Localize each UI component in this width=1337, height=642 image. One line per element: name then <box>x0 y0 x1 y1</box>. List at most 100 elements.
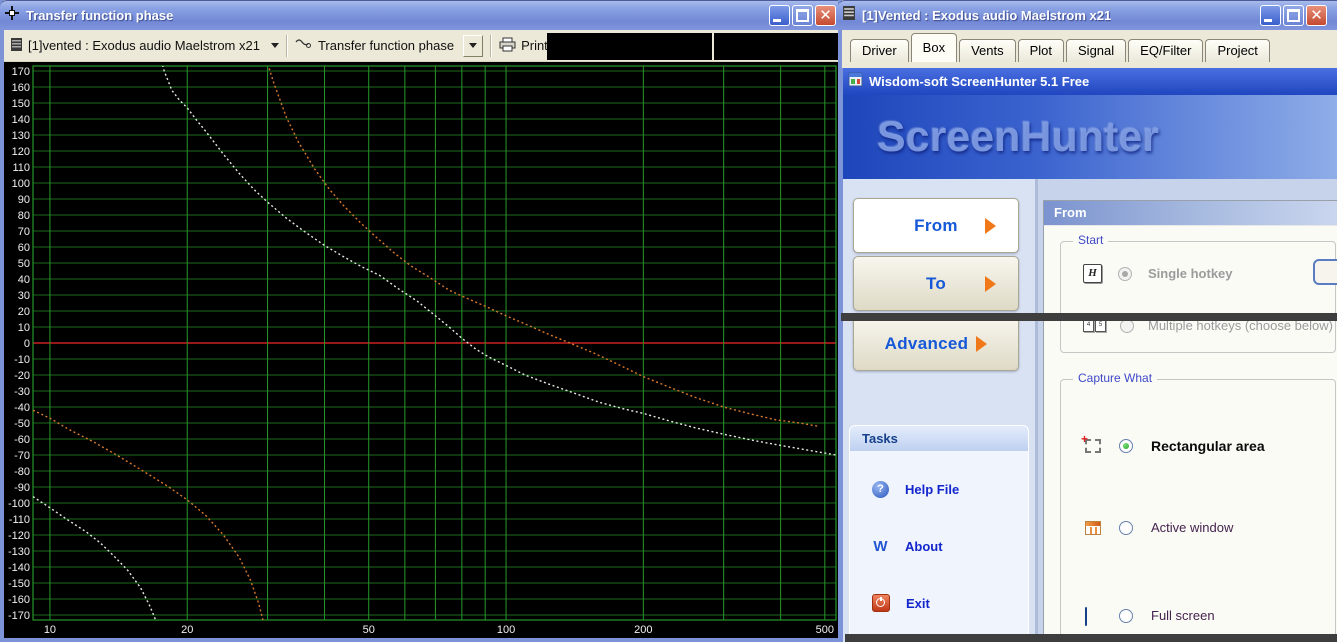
transfer-function-phase-window: Transfer function phase ✕ [1]vented : Ex… <box>0 0 844 642</box>
toolbar-separator <box>490 35 492 57</box>
full-screen-radio[interactable] <box>1119 609 1133 623</box>
rectangular-area-label: Rectangular area <box>1151 438 1265 454</box>
maximize-button[interactable] <box>792 5 813 26</box>
svg-text:70: 70 <box>18 226 30 238</box>
screenhunter-content: From To Advanced Tasks ? Help File W Ab <box>843 179 1337 642</box>
maximize-button[interactable] <box>1283 5 1304 26</box>
to-nav-label: To <box>926 274 946 294</box>
svg-text:130: 130 <box>12 130 30 142</box>
svg-text:-90: -90 <box>14 482 30 494</box>
svg-text:-130: -130 <box>8 546 30 558</box>
screenhunter-banner: ScreenHunter <box>843 95 1337 179</box>
chevron-down-icon <box>469 43 477 48</box>
hotkey-assign-button[interactable] <box>1313 259 1337 285</box>
svg-text:170: 170 <box>12 66 30 78</box>
svg-text:20: 20 <box>18 306 30 318</box>
svg-text:-30: -30 <box>14 386 30 398</box>
hotkey-keys-icon: 45 <box>1083 320 1106 332</box>
single-hotkey-option[interactable]: H Single hotkey <box>1083 264 1233 283</box>
exit-task[interactable]: Exit <box>872 594 930 612</box>
rectangular-area-option[interactable]: + Rectangular area <box>1085 438 1265 454</box>
capture-what-groupbox: Capture What + Rectangular area Active w… <box>1060 379 1336 642</box>
minimize-button[interactable] <box>1260 5 1281 26</box>
tab-driver[interactable]: Driver <box>850 39 909 62</box>
svg-text:150: 150 <box>12 98 30 110</box>
svg-text:-10: -10 <box>14 354 30 366</box>
active-window-label: Active window <box>1151 520 1233 535</box>
print-button[interactable]: Print <box>499 37 548 55</box>
svg-text:-50: -50 <box>14 418 30 430</box>
svg-text:160: 160 <box>12 82 30 94</box>
from-nav-button[interactable]: From <box>853 198 1019 253</box>
full-screen-label: Full screen <box>1151 608 1215 623</box>
project-combo-value: [1]vented : Exodus audio Maelstrom x21 <box>28 38 260 53</box>
svg-text:140: 140 <box>12 114 30 126</box>
plot-toolbar: [1]vented : Exodus audio Maelstrom x21 T… <box>4 30 840 62</box>
from-nav-label: From <box>914 216 958 236</box>
svg-text:30: 30 <box>18 290 30 302</box>
crosshair-icon <box>4 5 20 26</box>
svg-text:-140: -140 <box>8 562 30 574</box>
svg-text:500: 500 <box>816 624 834 636</box>
svg-text:-60: -60 <box>14 434 30 446</box>
tab-project[interactable]: Project <box>1205 39 1269 62</box>
svg-text:100: 100 <box>12 178 30 190</box>
to-nav-button[interactable]: To <box>853 256 1019 311</box>
active-window-option[interactable]: Active window <box>1085 520 1233 535</box>
w-icon: W <box>872 538 889 555</box>
column-divider <box>1035 179 1038 642</box>
advanced-nav-button[interactable]: Advanced <box>853 316 1019 371</box>
screenhunter-title: Wisdom-soft ScreenHunter 5.1 Free <box>869 74 1089 89</box>
full-screen-option[interactable]: Full screen <box>1085 608 1215 623</box>
svg-text:-160: -160 <box>8 594 30 606</box>
graph-type-combobox[interactable]: Transfer function phase <box>295 35 483 57</box>
box-window-titlebar[interactable]: [1]Vented : Exodus audio Maelstrom x21 ✕ <box>838 0 1337 30</box>
svg-text:100: 100 <box>497 624 515 636</box>
legend-box-2 <box>714 33 840 60</box>
help-file-label: Help File <box>905 482 959 497</box>
project-combobox[interactable]: [1]vented : Exodus audio Maelstrom x21 <box>10 38 279 54</box>
single-hotkey-radio[interactable] <box>1118 267 1132 281</box>
tasks-panel: Tasks ? Help File W About Exit <box>849 425 1029 635</box>
about-task[interactable]: W About <box>872 538 943 555</box>
single-hotkey-label: Single hotkey <box>1148 266 1233 281</box>
background-window-edge <box>841 313 1337 321</box>
help-icon: ? <box>872 481 889 498</box>
phase-plot-area: 1701601501401301201101009080706050403020… <box>4 62 840 638</box>
screenhunter-window: Wisdom-soft ScreenHunter 5.1 Free Screen… <box>840 68 1337 642</box>
svg-text:50: 50 <box>18 258 30 270</box>
svg-text:-40: -40 <box>14 402 30 414</box>
screenhunter-titlebar[interactable]: Wisdom-soft ScreenHunter 5.1 Free <box>843 68 1337 95</box>
legend-box-1 <box>547 33 712 60</box>
hotkey-h-key-icon: H <box>1083 264 1102 283</box>
svg-text:-100: -100 <box>8 498 30 510</box>
tab-eq-filter[interactable]: EQ/Filter <box>1128 39 1203 62</box>
graph-combo-dropdown-button[interactable] <box>463 35 483 57</box>
minimize-button[interactable] <box>769 5 790 26</box>
print-label: Print <box>521 38 548 53</box>
about-label: About <box>905 539 943 554</box>
rectangular-area-radio[interactable] <box>1119 439 1133 453</box>
from-panel-header: From <box>1044 201 1337 226</box>
close-button[interactable]: ✕ <box>1306 5 1327 26</box>
svg-text:90: 90 <box>18 194 30 206</box>
close-button[interactable]: ✕ <box>815 5 836 26</box>
full-screen-icon <box>1085 608 1101 623</box>
svg-text:-120: -120 <box>8 530 30 542</box>
plot-window-titlebar[interactable]: Transfer function phase ✕ <box>0 0 844 30</box>
tab-vents[interactable]: Vents <box>959 39 1016 62</box>
start-legend: Start <box>1073 233 1108 247</box>
svg-text:120: 120 <box>12 146 30 158</box>
arrow-right-icon <box>976 336 987 352</box>
box-project-icon <box>10 38 23 54</box>
active-window-radio[interactable] <box>1119 521 1133 535</box>
tab-plot[interactable]: Plot <box>1018 39 1064 62</box>
chevron-down-icon <box>271 43 279 48</box>
tab-box[interactable]: Box <box>911 33 957 62</box>
box-window-title: [1]Vented : Exodus audio Maelstrom x21 <box>862 8 1111 23</box>
help-file-task[interactable]: ? Help File <box>872 481 959 498</box>
svg-text:200: 200 <box>634 624 652 636</box>
capture-what-legend: Capture What <box>1073 371 1157 385</box>
tab-signal[interactable]: Signal <box>1066 39 1126 62</box>
banner-watermark-text: ScreenHunter <box>843 95 1337 179</box>
